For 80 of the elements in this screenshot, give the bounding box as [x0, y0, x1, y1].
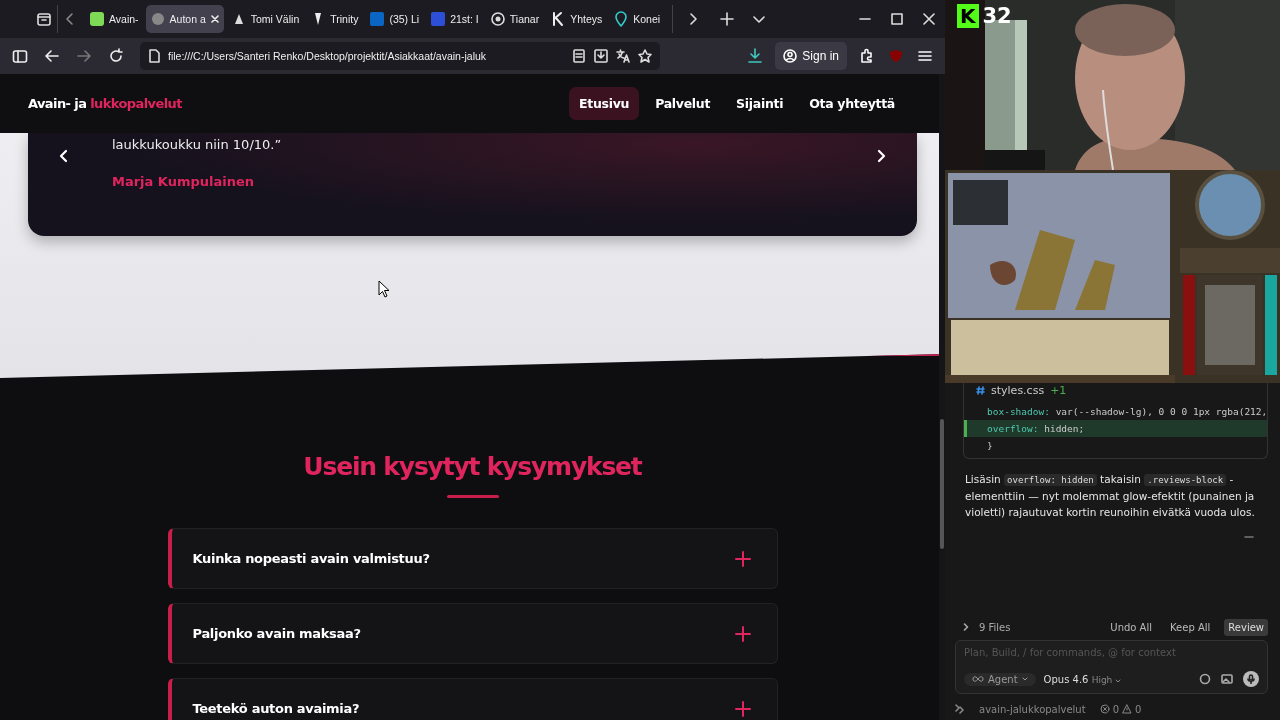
plus-icon[interactable] [734, 700, 751, 717]
browser-tab[interactable]: 21st: I [426, 5, 483, 33]
browser-tab[interactable]: (35) Li [365, 5, 424, 33]
reload-icon[interactable] [108, 48, 124, 64]
maximize-icon[interactable] [891, 13, 903, 25]
scrollbar[interactable] [939, 74, 945, 720]
faq-item[interactable]: Paljonko avain maksaa? [167, 603, 778, 664]
sidebar-icon[interactable] [12, 48, 28, 64]
chevron-down-icon [1021, 677, 1028, 681]
plus-icon[interactable] [734, 625, 751, 642]
site-logo[interactable]: Avain- ja lukkopalvelut [28, 96, 182, 111]
infinity-icon [972, 676, 984, 682]
plus-icon[interactable] [734, 550, 751, 567]
change-count: +1 [1050, 383, 1067, 397]
browser-tab[interactable]: Konei [609, 5, 665, 33]
browser-tab[interactable]: Avain- [85, 5, 143, 33]
tab-favicon-icon [369, 11, 386, 27]
browser-tab[interactable]: Auton a [145, 5, 224, 33]
tab-favicon-icon [430, 11, 447, 27]
action-button[interactable]: Review [1224, 618, 1268, 636]
close-icon[interactable] [923, 13, 935, 25]
changed-files-toggle[interactable]: 9 Files [979, 621, 1097, 633]
mouse-cursor-icon [378, 280, 390, 298]
tab-favicon-icon [489, 11, 506, 27]
loading-icon [1199, 673, 1211, 685]
nav-link[interactable]: Ota yhteyttä [799, 87, 905, 120]
warning-icon [1122, 704, 1132, 714]
faq-item[interactable]: Teetekö auton avaimia? [167, 678, 778, 720]
remote-icon[interactable] [955, 704, 965, 714]
css-file-icon [976, 385, 985, 395]
nav-link[interactable]: Sijainti [726, 87, 794, 120]
nav-link[interactable]: Etusivu [569, 87, 640, 120]
section-heading: Usein kysytyt kysymykset [303, 452, 642, 481]
model-selector[interactable]: Opus 4.6 High [1043, 673, 1122, 685]
action-button[interactable]: Undo All [1106, 618, 1156, 636]
reader-view-icon[interactable] [572, 49, 586, 63]
problems-status[interactable]: 0 0 [1099, 703, 1142, 715]
browser-tab[interactable]: Tomi Välin [226, 5, 304, 33]
file-name[interactable]: styles.css [991, 383, 1045, 397]
sign-in-button[interactable]: Sign in [775, 42, 847, 70]
project-name: avain-jalukkopalvelut [979, 703, 1086, 715]
back-icon[interactable] [44, 48, 60, 64]
viewer-count: 32 [982, 4, 1012, 28]
close-icon[interactable] [209, 14, 220, 24]
tab-list-icon[interactable] [36, 11, 52, 27]
new-tab-icon[interactable] [720, 12, 735, 26]
translate-icon[interactable] [616, 49, 630, 63]
chevron-down-icon [1115, 678, 1122, 683]
browser-tab[interactable]: Trinity [306, 5, 363, 33]
chevron-right-icon[interactable] [963, 623, 969, 631]
mode-selector[interactable]: Agent [964, 672, 1036, 686]
microphone-button[interactable] [1243, 671, 1259, 687]
image-icon[interactable] [1221, 673, 1233, 685]
download-icon[interactable] [747, 48, 764, 64]
browser-tab[interactable]: Yhteys [546, 5, 607, 33]
code-line: box-shadow: var(--shadow-lg), 0 0 0 1px rgba(212, [986, 405, 1267, 419]
address-bar[interactable]: file:///C:/Users/Santeri Renko/Desktop/projektit/Asiakkaat/avain-jaluk [140, 42, 660, 70]
chevron-right-icon[interactable] [875, 149, 887, 163]
nav-link[interactable]: Palvelut [645, 87, 721, 120]
tab-favicon-icon [613, 11, 630, 27]
browser-tab[interactable]: Tianar [485, 5, 544, 33]
forward-icon[interactable] [76, 48, 92, 64]
tab-favicon-icon [149, 11, 166, 27]
code-line: } [986, 439, 994, 453]
review-quote: laukkukoukku niin 10/10.” [112, 137, 283, 152]
assistant-message: Lisäsin overflow: hidden takaisin .reviews-block -elementtiin — nyt molemmat glow-efektit (punainen ja violetti) rajautuvat kortin reunoihin eivätkä vuoda ulos. [965, 472, 1256, 520]
action-button[interactable]: Keep All [1166, 618, 1215, 636]
chevron-left-icon[interactable] [58, 149, 70, 163]
extensions-icon[interactable] [859, 48, 875, 64]
menu-icon[interactable] [917, 48, 933, 64]
save-page-icon[interactable] [594, 49, 608, 63]
channel-logo: K [957, 4, 979, 28]
error-icon [1099, 704, 1110, 714]
page-icon [148, 49, 160, 63]
tab-favicon-icon [89, 11, 105, 27]
bookmark-star-icon[interactable] [638, 49, 652, 63]
faq-item[interactable]: Kuinka nopeasti avain valmistuu? [167, 528, 778, 589]
account-icon [783, 49, 798, 63]
review-author: Marja Kumpulainen [112, 174, 256, 189]
microphone-icon [1247, 674, 1255, 684]
